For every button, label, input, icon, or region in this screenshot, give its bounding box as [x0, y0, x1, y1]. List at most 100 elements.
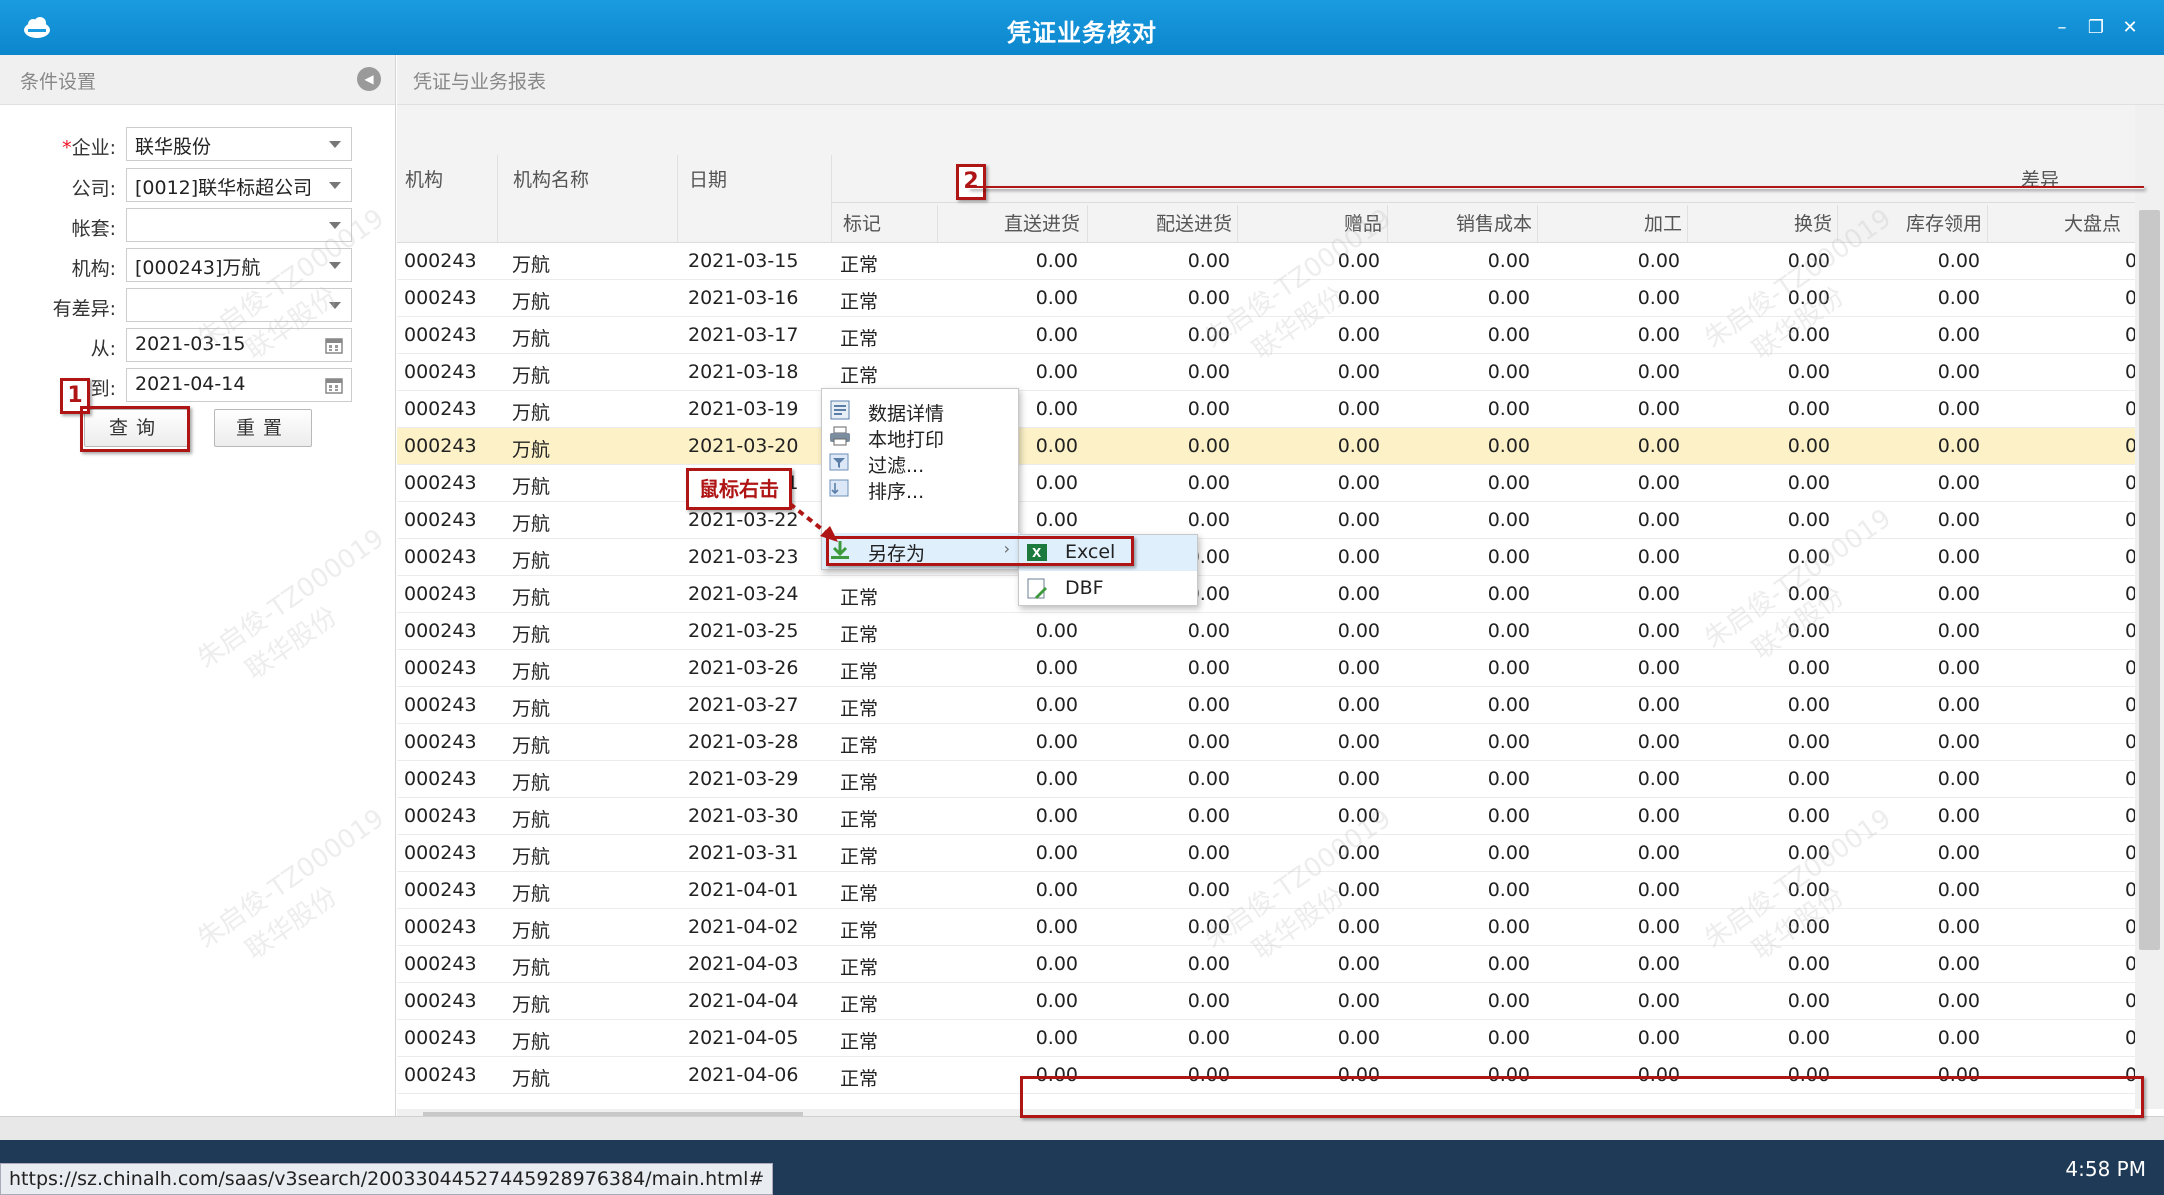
calendar-icon[interactable]: [325, 336, 343, 354]
table-cell: 万航: [512, 328, 551, 350]
table-cell: 2021-03-29: [688, 768, 799, 790]
table-cell: 万航: [512, 883, 551, 905]
table-cell-number: 0.00: [1337, 620, 1380, 642]
table-cell: 正常: [840, 587, 879, 609]
form-row: *企业: 联华股份: [0, 127, 396, 163]
grid-body[interactable]: 000243 万航 2021-03-15 正常 0.00 0.00 0.00 0.00 0.00…: [397, 243, 2135, 1109]
chevron-down-icon[interactable]: [329, 141, 341, 148]
report-panel: 凭证与业务报表 差异 机构 机构名称 日期 标记 直送进货 配送进货 赠品 销售成本 加工 换货库…: [397, 55, 2164, 1181]
dropdown-select[interactable]: [126, 288, 352, 322]
table-cell-number: 0.00: [1487, 805, 1530, 827]
column-header[interactable]: 换货: [1794, 209, 1832, 236]
table-cell-number: 0.00: [1637, 805, 1680, 827]
minimize-icon[interactable]: –: [2050, 16, 2074, 40]
column-header[interactable]: 赠品: [1344, 209, 1382, 236]
table-cell: 000243: [404, 879, 477, 901]
table-row[interactable]: 000243 万航 2021-03-26 正常 0.00 0.00 0.00 0.00 0.00…: [397, 650, 2135, 687]
filter-icon: [829, 453, 849, 471]
dropdown-select[interactable]: [126, 208, 352, 242]
table-row[interactable]: 000243 万航 2021-03-25 正常 0.00 0.00 0.00 0.00 0.00…: [397, 613, 2135, 650]
table-cell: 000243: [404, 731, 477, 753]
table-row[interactable]: 000243 万航 2021-04-05 正常 0.00 0.00 0.00 0.00 0.00…: [397, 1020, 2135, 1057]
column-header[interactable]: 库存领用: [1906, 209, 1982, 236]
table-row[interactable]: 000243 万航 2021-03-16 正常 0.00 0.00 0.00 0.00 0.00…: [397, 280, 2135, 317]
table-cell-number-clipped: 0.0: [2125, 805, 2135, 827]
annotation-totals-highlight: [1020, 1076, 2144, 1118]
table-row[interactable]: 000243 万航 2021-04-04 正常 0.00 0.00 0.00 0.00 0.00…: [397, 983, 2135, 1020]
table-cell-number: 0.00: [1787, 583, 1830, 605]
table-cell-number: 0.00: [1937, 287, 1980, 309]
table-row[interactable]: 000243 万航 2021-04-01 正常 0.00 0.00 0.00 0.00 0.00…: [397, 872, 2135, 909]
column-header[interactable]: 标记: [843, 209, 881, 236]
field-label: 到:: [91, 374, 116, 401]
table-row[interactable]: 000243 万航 2021-03-31 正常 0.00 0.00 0.00 0.00 0.00…: [397, 835, 2135, 872]
context-menu-item[interactable]: 排序...: [822, 471, 1020, 507]
calendar-icon[interactable]: [325, 376, 343, 394]
table-row[interactable]: 000243 万航 2021-03-27 正常 0.00 0.00 0.00 0.00 0.00…: [397, 687, 2135, 724]
table-row[interactable]: 000243 万航 2021-04-03 正常 0.00 0.00 0.00 0.00 0.00…: [397, 946, 2135, 983]
table-row[interactable]: 000243 万航 2021-03-28 正常 0.00 0.00 0.00 0.00 0.00…: [397, 724, 2135, 761]
field-label-text: 企业:: [71, 137, 116, 159]
vertical-scroll-thumb[interactable]: [2139, 210, 2160, 950]
table-row[interactable]: 000243万航2021-03-21正常0.000.000.000.000.00…: [397, 465, 2135, 502]
date-input[interactable]: 2021-04-14: [126, 368, 352, 402]
dropdown-select[interactable]: 联华股份: [126, 127, 352, 161]
reset-button[interactable]: 重置: [214, 409, 312, 447]
column-header[interactable]: 配送进货: [1156, 209, 1232, 236]
table-cell-number-clipped: 0.0: [2125, 731, 2135, 753]
table-cell: 正常: [840, 735, 879, 757]
dropdown-select[interactable]: [0012]联华标超公司: [126, 168, 352, 202]
column-header[interactable]: 日期: [689, 165, 727, 192]
dropdown-select[interactable]: [000243]万航: [126, 248, 352, 282]
table-cell-number: 0.00: [1337, 250, 1380, 272]
vertical-scrollbar[interactable]: [2135, 105, 2164, 1109]
table-row[interactable]: 000243万航2021-03-23正常0.000.000.000.000.00…: [397, 539, 2135, 576]
chevron-down-icon[interactable]: [329, 262, 341, 269]
date-input[interactable]: 2021-03-15: [126, 328, 352, 362]
table-row[interactable]: 000243万航2021-03-22正常0.000.000.000.000.00…: [397, 502, 2135, 539]
column-header[interactable]: 机构: [405, 165, 443, 192]
table-cell-number-clipped: 0.0: [2125, 435, 2135, 457]
table-cell: 000243: [404, 1064, 477, 1086]
column-header[interactable]: 机构名称: [513, 165, 589, 192]
table-row[interactable]: 000243万航2021-03-19正常0.000.000.000.000.00…: [397, 391, 2135, 428]
submenu-item[interactable]: DBF: [1019, 571, 1197, 607]
field-value: 2021-04-14: [135, 373, 246, 395]
required-mark: *: [62, 137, 72, 159]
table-cell: 2021-04-06: [688, 1064, 799, 1086]
chevron-down-icon[interactable]: [329, 182, 341, 189]
table-row[interactable]: 000243 万航 2021-04-02 正常 0.00 0.00 0.00 0.00 0.00…: [397, 909, 2135, 946]
column-header[interactable]: 大盘点: [2064, 209, 2121, 236]
table-cell: 万航: [512, 291, 551, 313]
table-cell-number: 0.00: [1187, 842, 1230, 864]
table-cell: 2021-03-24: [688, 583, 799, 605]
table-row[interactable]: 000243 万航 2021-03-18 正常 0.00 0.00 0.00 0.00 0.00…: [397, 354, 2135, 391]
table-cell-number: 0.00: [1187, 879, 1230, 901]
table-row[interactable]: 000243 万航 2021-03-30 正常 0.00 0.00 0.00 0.00 0.00…: [397, 798, 2135, 835]
table-cell-number-clipped: 0.0: [2125, 509, 2135, 531]
column-header[interactable]: 直送进货: [1004, 209, 1080, 236]
table-cell: 万航: [512, 735, 551, 757]
table-cell-number: 0.00: [1337, 509, 1380, 531]
table-cell-number-clipped: 0.0: [2125, 361, 2135, 383]
restore-icon[interactable]: ❐: [2084, 16, 2108, 40]
table-row[interactable]: 000243 万航 2021-03-24 正常 0.00 0.00 0.00 0.00 0.00…: [397, 576, 2135, 613]
form-row: 帐套:: [0, 208, 396, 244]
table-cell-number: 0.00: [1937, 620, 1980, 642]
table-cell-number: 0.00: [1487, 324, 1530, 346]
group-header-divider: [831, 202, 2135, 203]
table-cell-number: 0.00: [1337, 287, 1380, 309]
table-row[interactable]: 000243 万航 2021-03-17 正常 0.00 0.00 0.00 0.00 0.00…: [397, 317, 2135, 354]
close-icon[interactable]: ✕: [2118, 16, 2142, 40]
table-row[interactable]: 000243 万航 2021-03-15 正常 0.00 0.00 0.00 0.00 0.00…: [397, 243, 2135, 280]
column-header[interactable]: 销售成本: [1456, 209, 1532, 236]
table-row[interactable]: 000243 万航 2021-03-29 正常 0.00 0.00 0.00 0.00 0.00…: [397, 761, 2135, 798]
column-header[interactable]: 加工: [1644, 209, 1682, 236]
collapse-panel-icon[interactable]: ◀: [357, 67, 381, 91]
chevron-down-icon[interactable]: [329, 302, 341, 309]
table-cell: 000243: [404, 583, 477, 605]
page-horizontal-scrollbar[interactable]: [0, 1116, 2164, 1140]
table-cell-number: 0.00: [1487, 1027, 1530, 1049]
table-row[interactable]: 000243万航2021-03-20正常0.000.000.000.000.00…: [397, 428, 2135, 465]
chevron-down-icon[interactable]: [329, 222, 341, 229]
